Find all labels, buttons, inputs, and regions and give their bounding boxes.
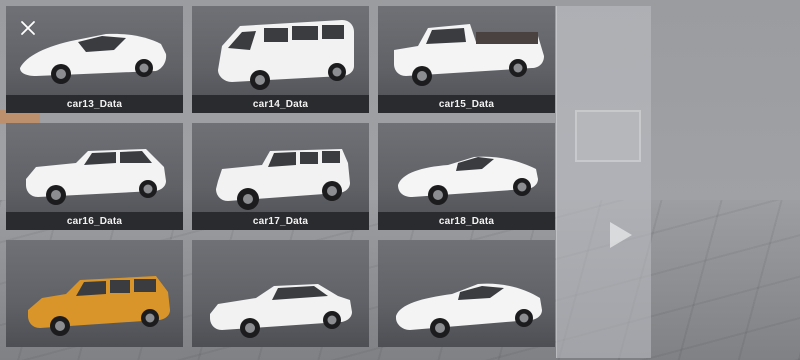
car-window	[134, 279, 156, 292]
car-thumbnail	[394, 24, 544, 86]
car-selection-grid: car13_Data car14_Data car15_Data car16_D…	[6, 6, 555, 347]
car-card[interactable]	[192, 240, 369, 347]
car-card[interactable]	[378, 240, 555, 347]
car-thumbnail	[218, 20, 354, 90]
car-card[interactable]: car18_Data	[378, 123, 555, 230]
car-card[interactable]: car14_Data	[192, 6, 369, 113]
car-window	[322, 25, 344, 39]
car-window	[292, 26, 318, 40]
car-card[interactable]: car16_Data	[6, 123, 183, 230]
car-card[interactable]: car17_Data	[192, 123, 369, 230]
play-arrow-icon[interactable]	[610, 222, 632, 248]
scene-sign	[575, 110, 641, 162]
truck-bed-cargo	[476, 32, 538, 44]
car-window	[426, 28, 466, 44]
car-window	[264, 28, 288, 42]
car-thumbnail	[396, 283, 542, 338]
car-window	[300, 152, 318, 164]
car-window	[110, 280, 130, 293]
car-label: car18_Data	[378, 212, 555, 230]
car-thumbnail	[210, 284, 352, 338]
car-thumbnail	[398, 156, 538, 205]
car-label: car17_Data	[192, 212, 369, 230]
car-thumbnail	[216, 149, 350, 210]
car-window	[322, 151, 340, 163]
car-thumbnail	[28, 276, 170, 336]
car-label: car14_Data	[192, 95, 369, 113]
car-thumbnail	[26, 149, 166, 205]
close-icon[interactable]	[16, 16, 40, 40]
car-card[interactable]: car15_Data	[378, 6, 555, 113]
car-label: car16_Data	[6, 212, 183, 230]
car-label: car15_Data	[378, 95, 555, 113]
car-label: car13_Data	[6, 95, 183, 113]
scene-wall-panel	[556, 6, 651, 358]
car-card[interactable]	[6, 240, 183, 347]
